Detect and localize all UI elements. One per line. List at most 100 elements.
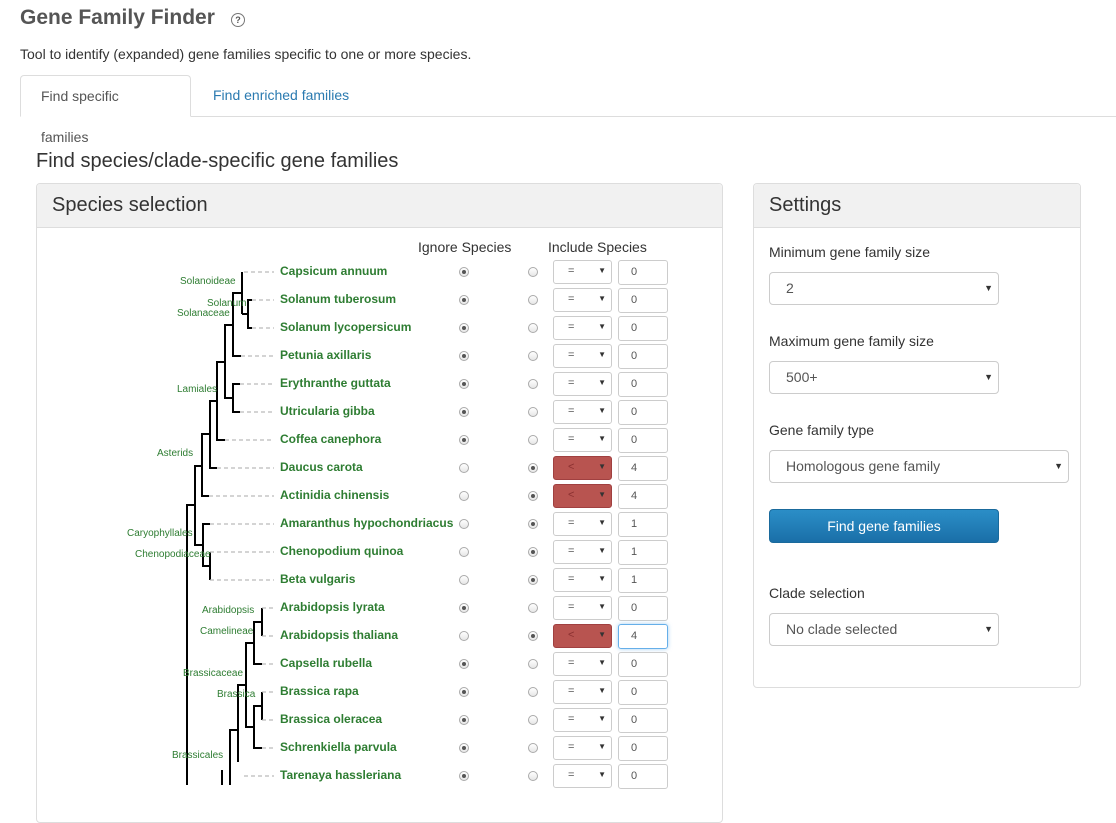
clade-select[interactable]: No clade selected ▼ [769,613,999,646]
include-species-radio[interactable] [528,715,538,725]
count-input[interactable]: 0 [618,288,668,313]
ignore-species-radio[interactable] [459,575,469,585]
include-species-radio[interactable] [528,687,538,697]
count-input[interactable]: 0 [618,428,668,453]
operator-value: = [568,601,575,613]
include-species-radio[interactable] [528,603,538,613]
include-species-radio[interactable] [528,575,538,585]
operator-select[interactable]: = ▼ [553,540,612,564]
count-input[interactable]: 0 [618,708,668,733]
ignore-species-radio[interactable] [459,659,469,669]
clade-label-solanaceae: Solanaceae [177,308,230,319]
operator-select[interactable]: = ▼ [553,596,612,620]
operator-select[interactable]: = ▼ [553,400,612,424]
operator-select[interactable]: = ▼ [553,428,612,452]
include-species-radio[interactable] [528,547,538,557]
species-name: Utricularia gibba [280,404,375,418]
chevron-down-icon: ▼ [598,602,606,611]
include-species-radio[interactable] [528,659,538,669]
species-name: Petunia axillaris [280,348,372,362]
include-species-radio[interactable] [528,435,538,445]
species-name: Arabidopsis thaliana [280,628,399,642]
count-input[interactable]: 4 [618,624,668,649]
include-species-radio[interactable] [528,379,538,389]
ignore-species-radio[interactable] [459,687,469,697]
count-input[interactable]: 0 [618,344,668,369]
include-species-radio[interactable] [528,323,538,333]
operator-select[interactable]: < ▼ [553,456,612,480]
ignore-species-radio[interactable] [459,407,469,417]
operator-select[interactable]: = ▼ [553,708,612,732]
max-size-label: Maximum gene family size [769,333,934,349]
clade-select-value: No clade selected [786,621,898,637]
ignore-species-radio[interactable] [459,267,469,277]
count-input[interactable]: 4 [618,484,668,509]
clade-label-caryophyllales: Caryophyllales [127,528,193,539]
ignore-species-radio[interactable] [459,603,469,613]
max-size-select[interactable]: 500+ ▼ [769,361,999,394]
count-input[interactable]: 0 [618,596,668,621]
chevron-down-icon: ▼ [598,546,606,555]
operator-select[interactable]: = ▼ [553,372,612,396]
count-input[interactable]: 4 [618,456,668,481]
species-name: Beta vulgaris [280,572,356,586]
ignore-species-radio[interactable] [459,547,469,557]
operator-select[interactable]: = ▼ [553,344,612,368]
include-species-radio[interactable] [528,771,538,781]
include-species-radio[interactable] [528,519,538,529]
ignore-species-radio[interactable] [459,379,469,389]
chevron-down-icon: ▼ [1054,461,1063,471]
operator-value: < [568,489,575,501]
include-species-radio[interactable] [528,631,538,641]
count-input[interactable]: 0 [618,400,668,425]
count-input[interactable]: 0 [618,372,668,397]
ignore-species-radio[interactable] [459,295,469,305]
operator-select[interactable]: < ▼ [553,484,612,508]
operator-select[interactable]: = ▼ [553,568,612,592]
include-species-radio[interactable] [528,407,538,417]
count-input[interactable]: 0 [618,680,668,705]
species-name: Brassica oleracea [280,712,383,726]
chevron-down-icon: ▼ [598,770,606,779]
ignore-species-radio[interactable] [459,715,469,725]
operator-select[interactable]: = ▼ [553,260,612,284]
include-species-radio[interactable] [528,351,538,361]
operator-value: < [568,461,575,473]
operator-select[interactable]: = ▼ [553,680,612,704]
ignore-species-radio[interactable] [459,323,469,333]
include-species-radio[interactable] [528,491,538,501]
operator-select[interactable]: = ▼ [553,652,612,676]
count-input[interactable]: 0 [618,652,668,677]
operator-select[interactable]: = ▼ [553,512,612,536]
count-input[interactable]: 0 [618,736,668,761]
ignore-species-radio[interactable] [459,351,469,361]
operator-select[interactable]: = ▼ [553,316,612,340]
ignore-species-radio[interactable] [459,631,469,641]
find-gene-families-button[interactable]: Find gene families [769,509,999,543]
family-type-select[interactable]: Homologous gene family ▼ [769,450,1069,483]
clade-label-solanoideae: Solanoideae [180,276,236,287]
ignore-species-radio[interactable] [459,771,469,781]
include-species-radio[interactable] [528,267,538,277]
ignore-species-radio[interactable] [459,435,469,445]
count-input[interactable]: 0 [618,260,668,285]
count-input[interactable]: 1 [618,568,668,593]
column-header-ignore: Ignore Species [418,239,512,255]
ignore-species-radio[interactable] [459,491,469,501]
operator-select[interactable]: < ▼ [553,624,612,648]
count-input[interactable]: 1 [618,540,668,565]
branch-brassicales [229,729,238,785]
count-input[interactable]: 1 [618,512,668,537]
operator-select[interactable]: = ▼ [553,736,612,760]
include-species-radio[interactable] [528,743,538,753]
operator-select[interactable]: = ▼ [553,764,612,788]
ignore-species-radio[interactable] [459,519,469,529]
ignore-species-radio[interactable] [459,743,469,753]
count-input[interactable]: 0 [618,764,668,789]
include-species-radio[interactable] [528,463,538,473]
ignore-species-radio[interactable] [459,463,469,473]
min-size-select[interactable]: 2 ▼ [769,272,999,305]
count-input[interactable]: 0 [618,316,668,341]
include-species-radio[interactable] [528,295,538,305]
operator-select[interactable]: = ▼ [553,288,612,312]
